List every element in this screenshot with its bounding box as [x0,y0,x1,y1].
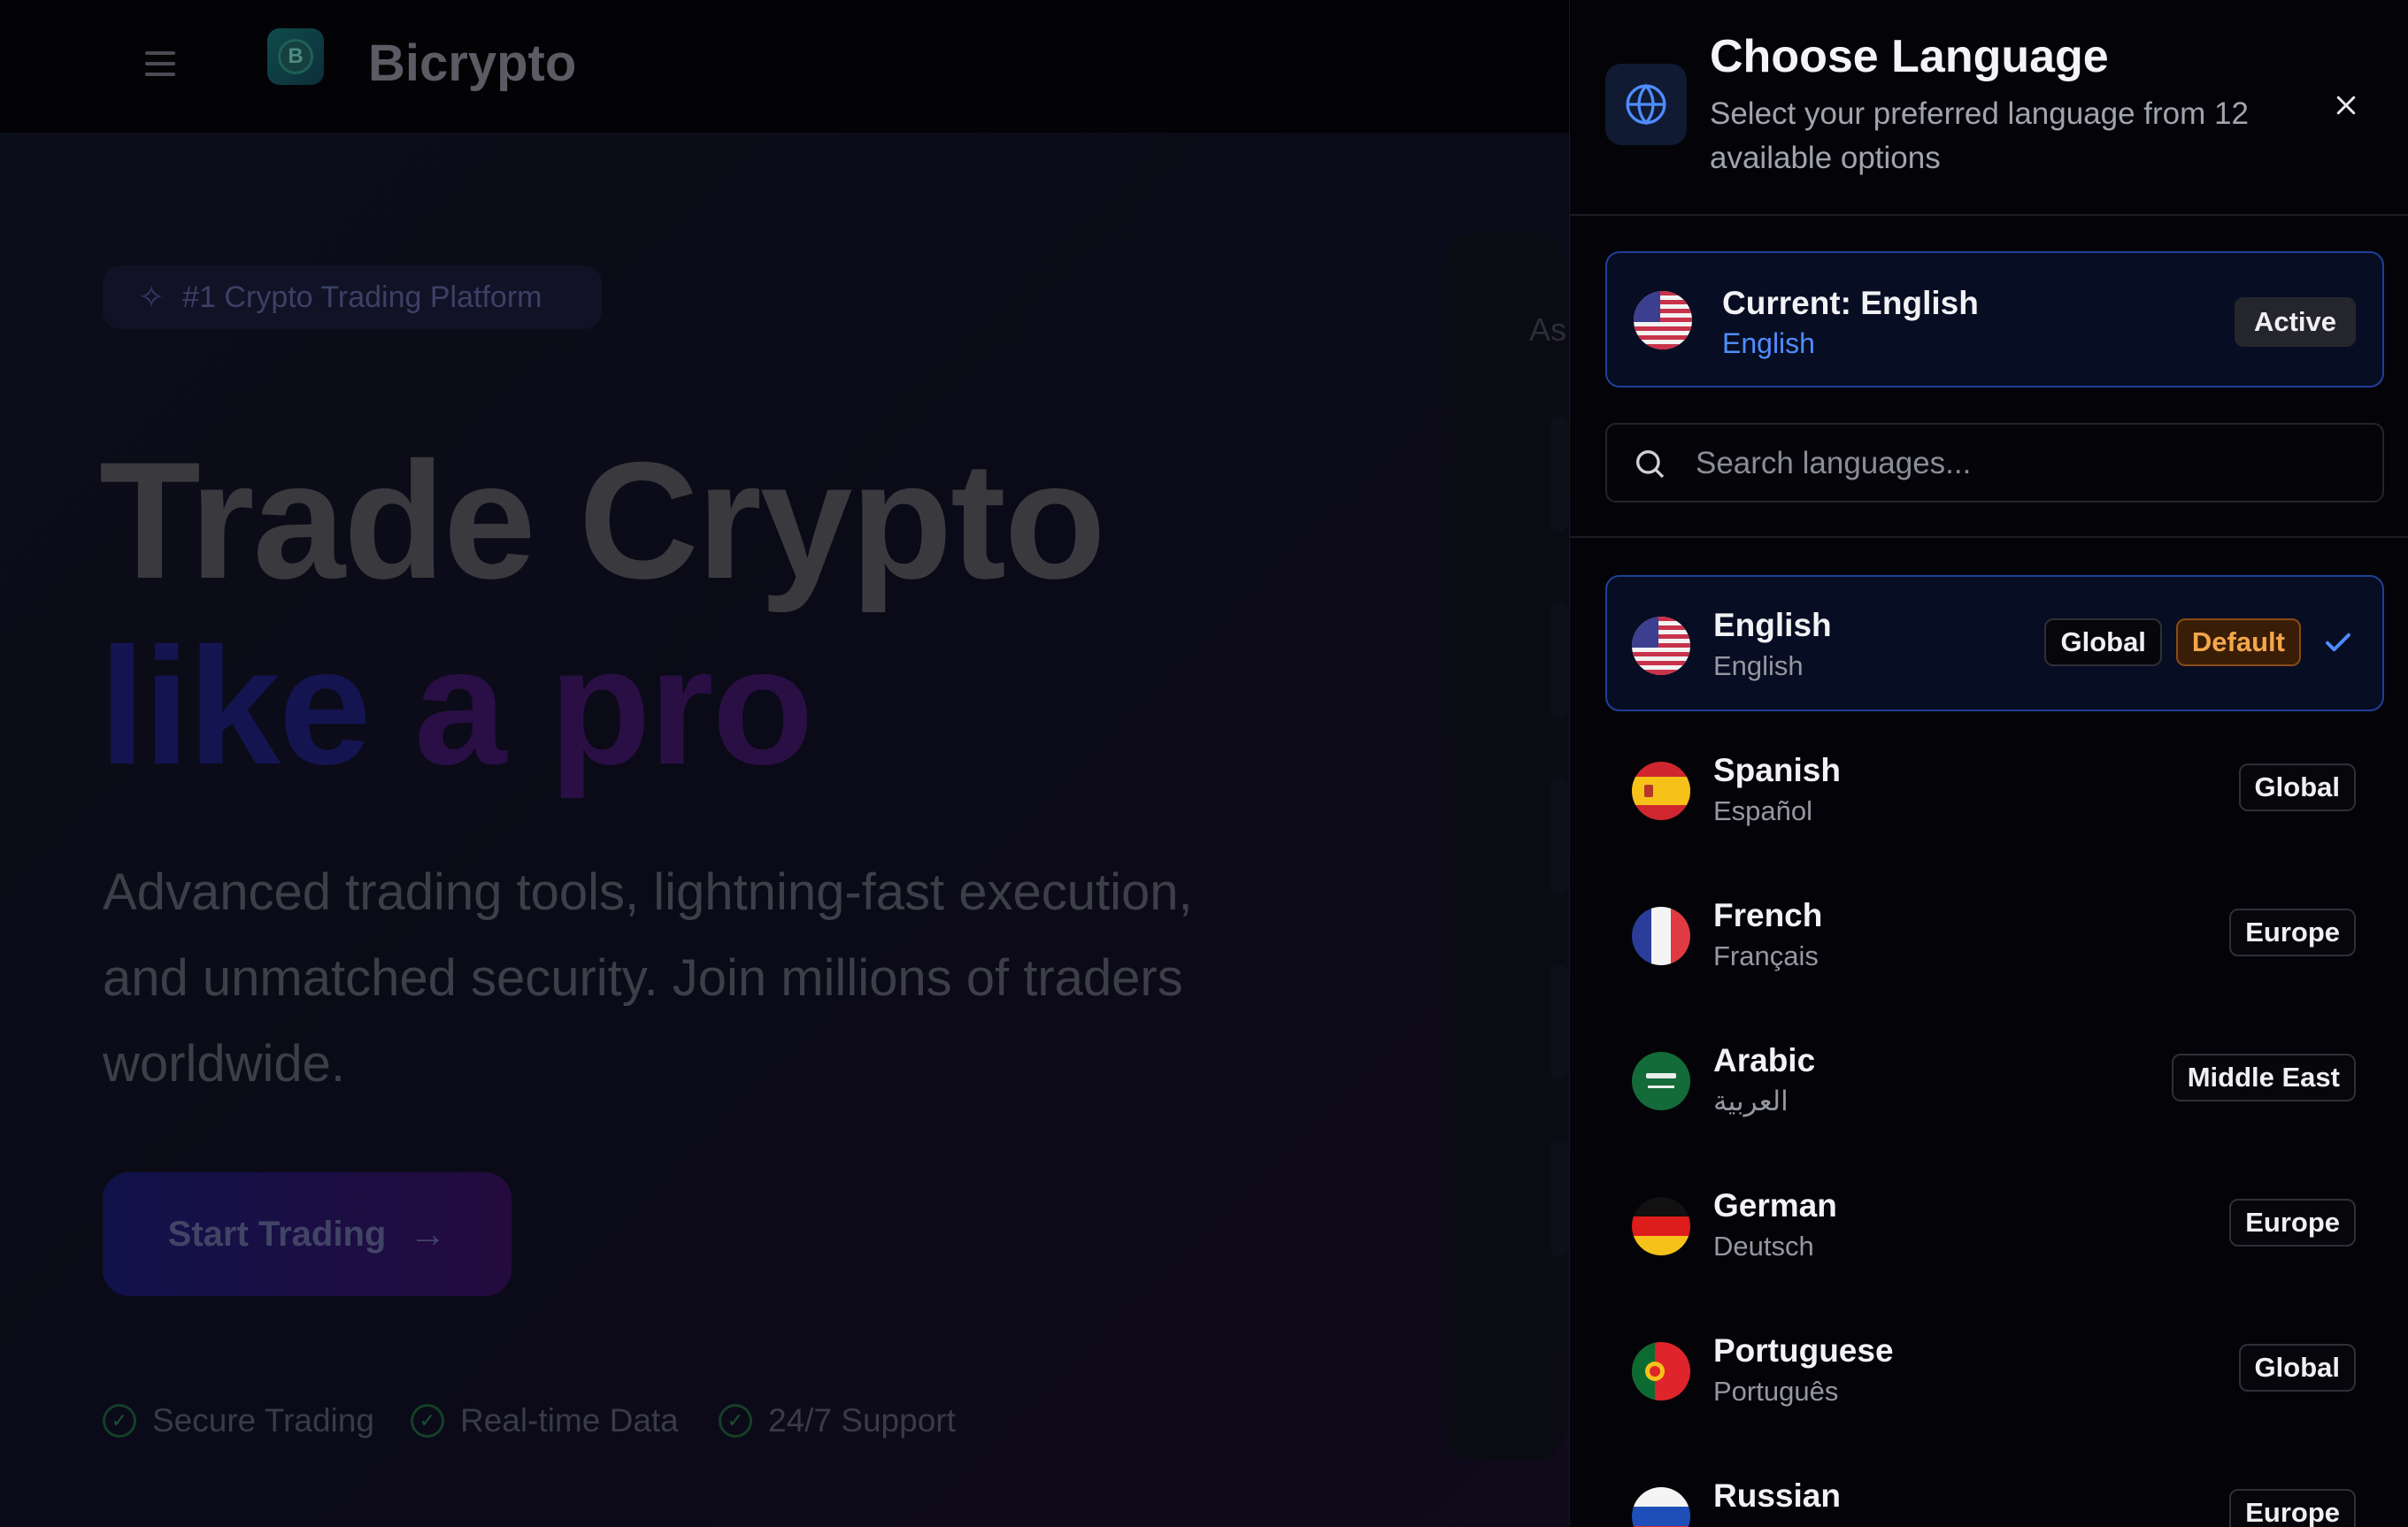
hero-headline-accent: like a pro [99,610,814,802]
flag-us-icon [1632,617,1690,675]
market-row [1550,779,1568,894]
start-trading-label: Start Trading [167,1214,387,1254]
flag-pt-icon [1632,1342,1690,1400]
language-item-spanish[interactable]: Spanish Español Global [1605,720,2384,856]
market-card-label: As [1529,311,1567,348]
language-native-name: Deutsch [1713,1231,1814,1262]
check-circle-icon: ✓ [103,1404,136,1438]
default-badge: Default [2175,618,2301,666]
current-language-label: Current: English [1722,285,1979,321]
drawer-title: Choose Language [1710,31,2109,82]
language-item-arabic[interactable]: Arabic العربية Middle East [1605,1010,2384,1147]
language-item-portuguese[interactable]: Portuguese Português Global [1605,1301,2384,1437]
language-item-english[interactable]: English English Global Default [1605,575,2384,711]
globe-icon [1605,64,1687,145]
region-badge: Europe [2229,1489,2356,1527]
feature-label: Real-time Data [460,1402,679,1439]
market-row [1550,602,1568,717]
headline-word-like: like [99,613,372,799]
flag-us-icon [1634,291,1692,349]
feature-support: ✓ 24/7 Support [719,1402,956,1439]
region-badge: Europe [2229,909,2356,956]
market-row [1550,416,1568,531]
brand-logo[interactable]: B [267,28,324,85]
language-native-name: Français [1713,940,1819,971]
language-name: Russian [1713,1477,1841,1514]
language-name: Arabic [1713,1042,1816,1078]
hero-badge: ✧ #1 Crypto Trading Platform [103,265,602,329]
feature-label: Secure Trading [152,1402,374,1439]
language-list: English English Global Default Spanish E… [1605,575,2384,1527]
market-row [1550,964,1568,1079]
sparkle-icon: ✧ [138,279,165,315]
hero-subtitle: Advanced trading tools, lightning-fast e… [103,863,1193,1093]
headline-word-a: a [413,613,507,799]
language-native-name: English [1713,650,1804,681]
logo-mark: B [278,39,313,74]
language-drawer: Choose Language Select your preferred la… [1569,0,2408,1527]
market-row [1550,1141,1568,1256]
region-badge: Global [2238,764,2356,811]
close-icon[interactable] [2322,81,2370,129]
flag-fr-icon [1632,907,1690,965]
region-badge: Middle East [2171,1054,2356,1101]
current-language-card: Current: English English Active [1605,251,2384,388]
current-language-native: English [1722,327,1815,359]
arrow-right-icon: → [409,1213,447,1255]
market-preview-card [1442,232,1566,1462]
check-circle-icon: ✓ [411,1404,444,1438]
feature-label: 24/7 Support [768,1402,956,1439]
language-item-russian[interactable]: Russian Europe [1605,1446,2384,1527]
hero-headline: Trade Crypto [99,427,1106,613]
region-badge: Global [2044,618,2162,666]
header-divider [1570,214,2408,216]
language-native-name: Español [1713,795,1813,826]
drawer-subtitle: Select your preferred language from 12 a… [1710,96,2249,175]
hamburger-menu-icon[interactable] [145,51,175,76]
language-name: French [1713,897,1823,933]
flag-ru-icon [1632,1487,1690,1527]
language-name: Spanish [1713,752,1841,788]
language-item-french[interactable]: French Français Europe [1605,865,2384,1001]
flag-sa-icon [1632,1052,1690,1110]
language-item-german[interactable]: German Deutsch Europe [1605,1155,2384,1292]
headline-word-pro: pro [549,613,814,799]
hero-badge-text: #1 Crypto Trading Platform [182,280,542,314]
region-badge: Europe [2229,1199,2356,1247]
search-divider [1570,536,2408,538]
language-name: German [1713,1187,1837,1224]
language-native-name: العربية [1713,1086,1789,1116]
region-badge: Global [2238,1344,2356,1392]
feature-secure-trading: ✓ Secure Trading [103,1402,374,1439]
check-circle-icon: ✓ [719,1404,752,1438]
language-search-box[interactable] [1605,423,2384,503]
brand-name[interactable]: Bicrypto [368,34,576,93]
search-icon [1632,446,1667,486]
checkmark-icon [2320,625,2356,660]
flag-de-icon [1632,1197,1690,1255]
flag-es-icon [1632,762,1690,820]
feature-realtime-data: ✓ Real-time Data [411,1402,679,1439]
language-name: English [1713,607,1832,643]
language-native-name: Português [1713,1376,1839,1407]
language-name: Portuguese [1713,1332,1894,1369]
start-trading-button[interactable]: Start Trading → [103,1172,512,1296]
active-badge: Active [2234,297,2356,347]
search-input[interactable] [1696,437,2350,490]
